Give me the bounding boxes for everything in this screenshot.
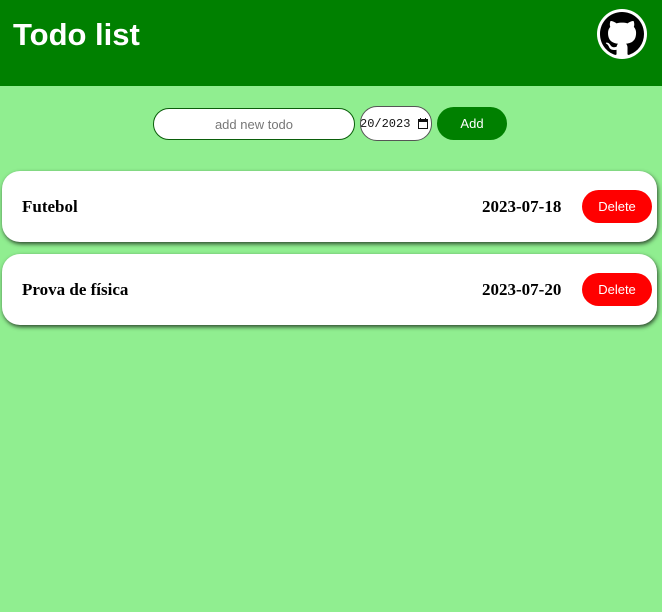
todo-title: Futebol [22, 197, 78, 216]
delete-button[interactable]: Delete [582, 190, 652, 223]
new-todo-input[interactable] [153, 108, 355, 140]
calendar-icon[interactable] [418, 118, 428, 129]
todo-date: 2023-07-18 [482, 197, 562, 216]
date-input-value: 20/2023 [360, 117, 411, 131]
delete-button[interactable]: Delete [582, 273, 652, 306]
todo-date: 2023-07-20 [482, 280, 562, 299]
todo-item: Futebol 2023-07-18 Delete [2, 171, 657, 242]
date-input[interactable]: 20/2023 [360, 106, 432, 141]
todo-title: Prova de física [22, 280, 129, 299]
todo-item: Prova de física 2023-07-20 Delete [2, 254, 657, 325]
add-button[interactable]: Add [437, 107, 507, 140]
new-todo-form: 20/2023 Add [0, 0, 662, 160]
